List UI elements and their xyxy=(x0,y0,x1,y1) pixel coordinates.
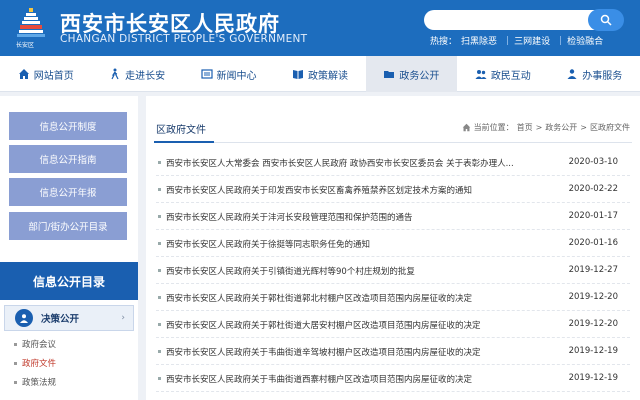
document-title-link[interactable]: 西安市长安区人大常委会 西安市长安区人民政府 政协西安市长安区委员会 关于表彰办… xyxy=(166,157,556,169)
breadcrumb: 当前位置： 首页 > 政务公开 > 区政府文件 xyxy=(462,122,630,133)
bullet-icon xyxy=(158,188,161,191)
document-row[interactable]: 西安市长安区人民政府关于韦曲街道辛驾坡村棚户区改造项目范围内房屋征收的决定 201… xyxy=(156,339,630,365)
breadcrumb-separator: > xyxy=(535,123,543,132)
bullet-icon xyxy=(158,161,161,164)
nav-gov-affairs[interactable]: 政务公开 xyxy=(365,56,458,92)
nav-about[interactable]: 走进长安 xyxy=(91,56,182,92)
bullet-icon xyxy=(158,377,161,380)
nav-interaction[interactable]: 政民互动 xyxy=(457,56,548,92)
chevron-right-icon: › xyxy=(121,313,125,323)
document-date: 2019-12-19 xyxy=(568,373,618,383)
document-row[interactable]: 西安市长安区人民政府关于徐挺等同志职务任免的通知 2020-01-16 xyxy=(156,231,630,257)
document-date: 2019-12-27 xyxy=(568,265,618,275)
logo-caption: 长安区 xyxy=(16,42,35,49)
nav-label: 办事服务 xyxy=(582,70,623,82)
hot-separator: | xyxy=(559,35,563,46)
document-date: 2020-01-17 xyxy=(568,211,618,221)
hot-link[interactable]: 检验融合 xyxy=(567,34,603,47)
nav-label: 网站首页 xyxy=(33,70,74,82)
user-icon xyxy=(15,309,33,327)
news-icon xyxy=(200,69,213,79)
book-icon xyxy=(292,70,303,79)
nav-label: 政民互动 xyxy=(490,70,531,82)
document-date: 2020-03-10 xyxy=(568,157,618,167)
document-row[interactable]: 西安市长安区人大常委会 西安市长安区人民政府 政协西安市长安区委员会 关于表彰办… xyxy=(156,150,630,176)
site-header: 长安区 西安市长安区人民政府 CHANGAN DISTRICT PEOPLE'S… xyxy=(0,0,640,56)
document-row[interactable]: 西安市长安区人民政府关于沣河长安段管理范围和保护范围的通告 2020-01-17 xyxy=(156,204,630,230)
sidebar-button-disclosure-rules[interactable]: 信息公开制度 xyxy=(9,112,127,140)
document-title-link[interactable]: 西安市长安区人民政府关于沣河长安段管理范围和保护范围的通告 xyxy=(166,211,556,223)
breadcrumb-separator: > xyxy=(580,123,587,132)
nav-label: 新闻中心 xyxy=(216,70,257,82)
sidebar-button-department-directory[interactable]: 部门/街办公开目录 xyxy=(9,212,127,240)
document-title-link[interactable]: 西安市长安区人民政府关于郭杜街道郭北村棚户区改造项目范围内房屋征收的决定 xyxy=(166,292,556,304)
breadcrumb-prefix: 当前位置： xyxy=(473,123,514,132)
document-title-link[interactable]: 西安市长安区人民政府关于韦曲街道西寨村棚户区改造项目范围内房屋征收的决定 xyxy=(166,373,556,385)
directory-title: 信息公开目录 xyxy=(0,262,138,300)
nav-news[interactable]: 新闻中心 xyxy=(183,56,274,92)
document-title-link[interactable]: 西安市长安区人民政府关于引镇街道光辉村等90个村庄规划的批复 xyxy=(166,265,556,277)
bullet-icon xyxy=(158,242,161,245)
bullet-icon xyxy=(158,296,161,299)
main-nav: 网站首页 走进长安 新闻中心 政策解读 政务公开 政民互动 办事服务 xyxy=(0,56,640,92)
document-title-link[interactable]: 西安市长安区人民政府关于郭杜街道大居安村棚户区改造项目范围内房屋征收的决定 xyxy=(166,319,556,331)
sidebar-button-disclosure-guide[interactable]: 信息公开指南 xyxy=(9,145,127,173)
walk-icon xyxy=(111,68,119,80)
search-button[interactable] xyxy=(588,9,624,31)
divider xyxy=(154,142,632,143)
bullet-icon xyxy=(158,323,161,326)
sidebar-button-annual-report[interactable]: 信息公开年报 xyxy=(9,178,127,206)
breadcrumb-current: 区政府文件 xyxy=(590,123,630,132)
people-icon xyxy=(475,70,487,79)
breadcrumb-link[interactable]: 政务公开 xyxy=(545,122,577,133)
bullet-icon xyxy=(14,343,17,346)
document-date: 2020-02-22 xyxy=(568,184,618,194)
folder-icon xyxy=(384,71,395,78)
document-row[interactable]: 西安市长安区人民政府关于引镇街道光辉村等90个村庄规划的批复 2019-12-27 xyxy=(156,258,630,284)
hot-label: 热搜： xyxy=(430,37,458,47)
page-title: 区政府文件 xyxy=(156,125,206,136)
bullet-icon xyxy=(158,269,161,272)
nav-label: 政务公开 xyxy=(399,70,440,82)
section-label: 决策公开 xyxy=(41,314,80,325)
bullet-icon xyxy=(158,215,161,218)
document-row[interactable]: 西安市长安区人民政府关于郭杜街道郭北村棚户区改造项目范围内房屋征收的决定 2019… xyxy=(156,285,630,311)
main-content: 区政府文件 当前位置： 首页 > 政务公开 > 区政府文件 西安市长安区人大常委… xyxy=(146,96,640,400)
directory-panel: 决策公开 › xyxy=(0,300,138,400)
nav-policy[interactable]: 政策解读 xyxy=(274,56,365,92)
home-icon xyxy=(462,123,470,132)
document-row[interactable]: 西安市长安区人民政府关于郭杜街道大居安村棚户区改造项目范围内房屋征收的决定 201… xyxy=(156,312,630,338)
document-title-link[interactable]: 西安市长安区人民政府关于印发西安市长安区畜禽养殖禁养区划定技术方案的通知 xyxy=(166,184,556,196)
nav-home[interactable]: 网站首页 xyxy=(0,56,91,92)
title-underline xyxy=(154,141,214,143)
sidebar-item-gov-documents[interactable]: 政府文件 xyxy=(22,357,56,369)
hot-link[interactable]: 扫黑除恶 xyxy=(461,34,497,47)
bullet-icon xyxy=(14,381,17,384)
nav-label: 政策解读 xyxy=(307,70,348,82)
document-date: 2019-12-19 xyxy=(568,346,618,356)
document-title-link[interactable]: 西安市长安区人民政府关于徐挺等同志职务任免的通知 xyxy=(166,238,556,250)
bullet-icon xyxy=(158,350,161,353)
section-decision-disclosure[interactable]: 决策公开 › xyxy=(4,305,134,331)
bullet-icon xyxy=(14,362,17,365)
document-title-link[interactable]: 西安市长安区人民政府关于韦曲街道辛驾坡村棚户区改造项目范围内房屋征收的决定 xyxy=(166,346,556,358)
sidebar-item-regulations[interactable]: 政策法规 xyxy=(22,376,56,388)
home-icon xyxy=(18,69,29,79)
nav-services[interactable]: 办事服务 xyxy=(549,56,640,92)
document-date: 2019-12-20 xyxy=(568,292,618,302)
site-subtitle: CHANGAN DISTRICT PEOPLE'S GOVERNMENT xyxy=(60,33,308,45)
sidebar-item-gov-meetings[interactable]: 政府会议 xyxy=(22,338,56,350)
hot-search: 热搜： 扫黑除恶 | 三网建设 | 检验融合 xyxy=(430,34,607,48)
nav-label: 走进长安 xyxy=(125,70,166,82)
document-row[interactable]: 西安市长安区人民政府关于印发西安市长安区畜禽养殖禁养区划定技术方案的通知 2020… xyxy=(156,177,630,203)
breadcrumb-link[interactable]: 首页 xyxy=(517,122,533,133)
document-row[interactable]: 西安市长安区人民政府关于韦曲街道西寨村棚户区改造项目范围内房屋征收的决定 2019… xyxy=(156,366,630,392)
document-date: 2019-12-20 xyxy=(568,319,618,329)
search-icon xyxy=(600,14,612,26)
service-icon xyxy=(567,69,577,79)
document-date: 2020-01-16 xyxy=(568,238,618,248)
search-input[interactable] xyxy=(424,10,614,30)
hot-link[interactable]: 三网建设 xyxy=(514,34,550,47)
hot-separator: | xyxy=(506,35,510,46)
